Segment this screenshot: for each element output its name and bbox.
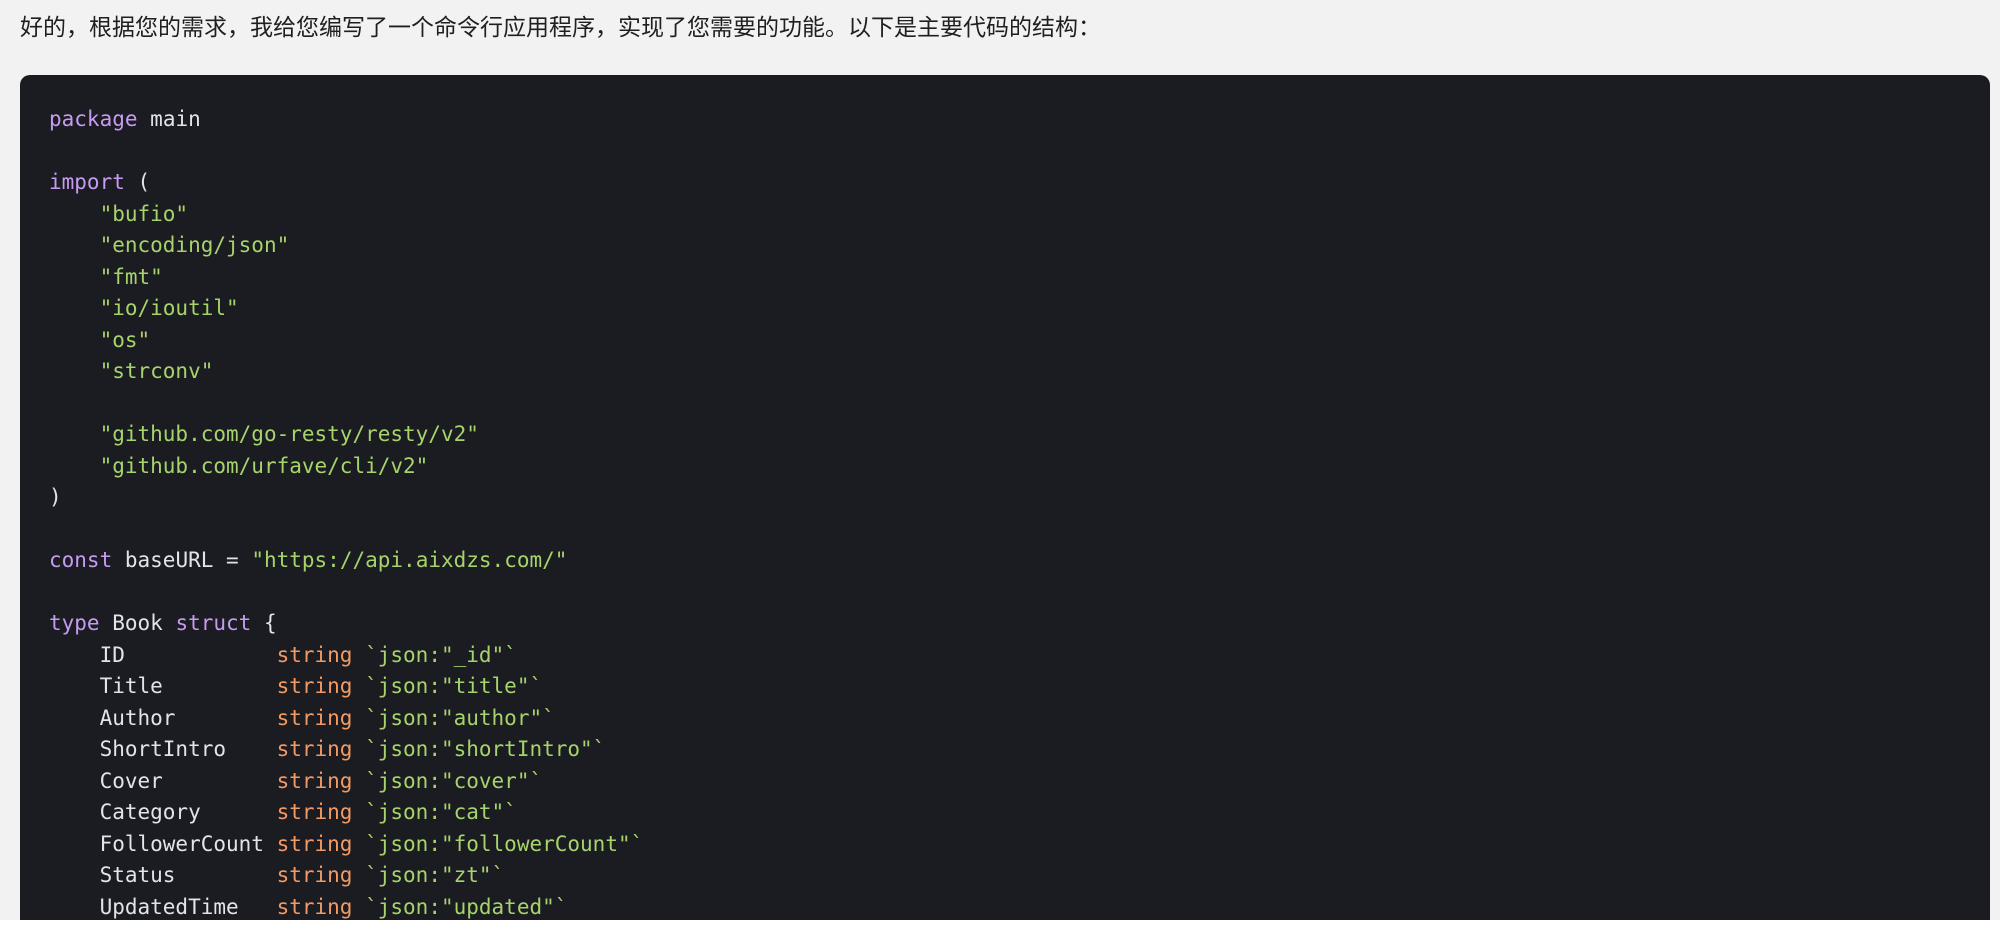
import-keyword: import (49, 170, 125, 194)
field-name: UpdatedTime (99, 894, 277, 919)
import-path: "github.com/urfave/cli/v2" (99, 453, 429, 478)
import-path: "bufio" (99, 201, 189, 226)
import-path: "encoding/json" (99, 233, 290, 257)
code-line-import-item: "encoding/json" (49, 230, 643, 262)
field-type: string (276, 863, 353, 887)
code-line-field: ShortIntro string `json:"shortIntro"` (49, 734, 643, 766)
type-keyword: type (49, 611, 100, 635)
field-type: string (276, 705, 353, 730)
code-line-field: Cover string `json:"cover"` (49, 766, 643, 798)
code-content: package main import ( "bufio" "encoding/j… (49, 104, 643, 920)
code-line-import-item: "github.com/go-resty/resty/v2" (49, 419, 643, 451)
message-intro-text: 好的，根据您的需求，我给您编写了一个命令行应用程序，实现了您需要的功能。以下是主… (20, 15, 1101, 41)
field-tag: `json:"cat"` (365, 800, 517, 824)
code-line-field: UpdatedTime string `json:"updated"` (49, 892, 643, 921)
code-line-field: Author string `json:"author"` (49, 703, 643, 735)
field-tag: `json:"_id"` (365, 642, 517, 667)
code-block: package main import ( "bufio" "encoding/j… (20, 75, 1990, 920)
field-type: string (276, 674, 353, 698)
code-line-import-item: "strconv" (49, 356, 643, 388)
struct-keyword: struct (175, 611, 252, 635)
const-name: baseURL (124, 548, 214, 572)
code-line-import-item: "io/ioutil" (49, 293, 643, 325)
field-name: ShortIntro (99, 737, 277, 761)
field-tag: `json:"cover"` (365, 768, 543, 793)
code-line-field: Status string `json:"zt"` (49, 860, 643, 892)
field-tag: `json:"title"` (365, 674, 543, 698)
code-line-package: package main (49, 104, 643, 136)
field-type: string (276, 737, 353, 761)
package-keyword: package (49, 107, 138, 131)
field-type: string (276, 831, 353, 856)
import-path: "fmt" (99, 264, 163, 289)
assistant-message: 好的，根据您的需求，我给您编写了一个命令行应用程序，实现了您需要的功能。以下是主… (0, 0, 2000, 920)
struct-name: Book (112, 611, 163, 635)
code-line-const: const baseURL = "https://api.aixdzs.com/… (49, 548, 568, 572)
field-tag: `json:"author"` (365, 705, 555, 730)
field-tag: `json:"zt"` (365, 863, 505, 887)
import-path: "os" (99, 327, 151, 352)
import-path: "io/ioutil" (99, 296, 239, 320)
field-tag: `json:"shortIntro"` (365, 737, 606, 761)
code-line-field: Title string `json:"title"` (49, 671, 643, 703)
code-line-import-item: "fmt" (49, 262, 643, 294)
field-tag: `json:"followerCount"` (365, 831, 644, 856)
import-path: "github.com/go-resty/resty/v2" (99, 422, 479, 446)
field-name: Category (99, 800, 277, 824)
field-name: Author (99, 705, 277, 730)
code-line-type: type Book struct { (49, 611, 277, 635)
field-name: ID (99, 642, 277, 667)
field-type: string (276, 768, 353, 793)
code-line-import: import ( (49, 170, 151, 194)
code-line-field: Category string `json:"cat"` (49, 797, 643, 829)
field-name: FollowerCount (99, 831, 277, 856)
code-line-import-item: "os" (49, 325, 643, 357)
field-name: Cover (99, 768, 277, 793)
field-type: string (276, 894, 353, 919)
field-name: Status (99, 863, 277, 887)
code-line-import-item: "bufio" (49, 199, 643, 231)
page-bottom-edge (0, 920, 2000, 938)
field-type: string (276, 800, 353, 824)
const-keyword: const (49, 548, 113, 572)
code-line-import-close: ) (49, 485, 62, 509)
field-name: Title (99, 674, 277, 698)
field-tag: `json:"updated"` (365, 894, 568, 919)
const-value: "https://api.aixdzs.com/" (251, 548, 568, 572)
field-type: string (276, 642, 353, 667)
code-line-field: FollowerCount string `json:"followerCoun… (49, 829, 644, 861)
code-line-field: ID string `json:"_id"` (49, 640, 643, 672)
package-name: main (150, 107, 201, 131)
code-line-import-item: "github.com/urfave/cli/v2" (49, 451, 643, 483)
import-path: "strconv" (99, 359, 214, 383)
